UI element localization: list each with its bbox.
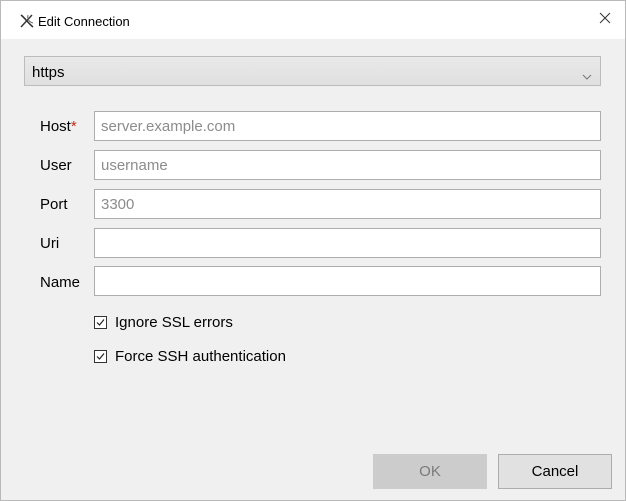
ignore-ssl-label: Ignore SSL errors xyxy=(115,313,233,331)
force-ssh-checkbox[interactable] xyxy=(94,349,107,363)
name-label: Name xyxy=(40,274,81,291)
host-label: Host* xyxy=(40,118,77,135)
close-icon xyxy=(599,11,611,29)
title-bar: Edit Connection xyxy=(1,1,625,39)
checkmark-icon xyxy=(96,318,105,326)
x-app-icon xyxy=(19,13,35,29)
close-button[interactable] xyxy=(585,1,625,39)
ignore-ssl-option[interactable]: Ignore SSL errors xyxy=(94,312,233,332)
port-input[interactable] xyxy=(94,189,601,219)
uri-input[interactable] xyxy=(94,228,601,258)
host-input[interactable] xyxy=(94,111,601,141)
required-mark: * xyxy=(70,118,77,135)
name-input[interactable] xyxy=(94,266,601,296)
port-label: Port xyxy=(40,196,68,213)
force-ssh-label: Force SSH authentication xyxy=(115,347,286,365)
window-title: Edit Connection xyxy=(38,14,130,29)
cancel-button[interactable]: Cancel xyxy=(498,454,612,489)
protocol-dropdown[interactable]: https xyxy=(24,56,601,86)
force-ssh-option[interactable]: Force SSH authentication xyxy=(94,346,286,366)
user-input[interactable] xyxy=(94,150,601,180)
edit-connection-dialog: Edit Connection https Host* User Port Ur… xyxy=(0,0,626,501)
checkmark-icon xyxy=(96,352,105,360)
chevron-down-icon xyxy=(582,68,592,80)
protocol-selected-value: https xyxy=(32,64,65,81)
user-label: User xyxy=(40,157,72,174)
uri-label: Uri xyxy=(40,235,60,252)
ok-button[interactable]: OK xyxy=(373,454,487,489)
ignore-ssl-checkbox[interactable] xyxy=(94,315,107,329)
